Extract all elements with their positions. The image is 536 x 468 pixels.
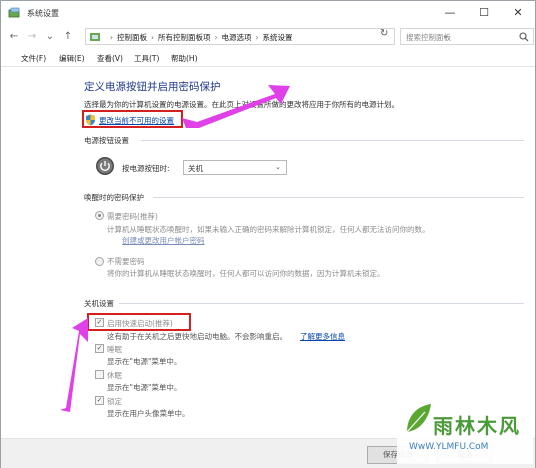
power-button-action-value: 关机 — [188, 164, 203, 173]
menu-help[interactable]: 帮助(H) — [171, 53, 198, 64]
breadcrumb-control-panel[interactable]: 控制面板 — [117, 33, 147, 42]
lock-checkbox[interactable]: ✓ — [95, 396, 104, 405]
no-password-radio[interactable] — [95, 257, 104, 266]
hibernate-label: 休眠 — [107, 371, 122, 380]
main-content: 定义电源按钮并启用密码保护 选择最为你的计算机设置的电源设置。在此页上对设置所做… — [1, 68, 535, 438]
hibernate-checkbox[interactable] — [95, 370, 104, 379]
highlight-box — [82, 110, 183, 128]
forward-arrow-icon[interactable]: → — [25, 29, 39, 45]
menu-edit[interactable]: 编辑(E) — [59, 53, 85, 64]
require-password-radio[interactable] — [95, 211, 104, 220]
menu-view[interactable]: 查看(V) — [97, 53, 123, 64]
require-password-label: 需要密码(推荐) — [107, 212, 158, 221]
no-password-label: 不需要密码 — [107, 257, 145, 266]
window-title: 系统设置 — [27, 9, 59, 18]
section-divider — [141, 140, 524, 141]
close-button[interactable]: ✕ — [501, 1, 535, 25]
leaf-logo-icon — [406, 404, 431, 433]
breadcrumb-all-items[interactable]: 所有控制面板项 — [158, 33, 211, 42]
power-button-icon — [96, 157, 114, 175]
control-panel-icon — [90, 33, 100, 41]
search-icon — [519, 32, 529, 42]
breadcrumb-system-settings[interactable]: 系统设置 — [263, 33, 293, 42]
watermark-url: WwW.YLMFU.CoM — [409, 442, 489, 452]
search-input[interactable]: 搜索控制面板 — [400, 28, 534, 45]
sleep-checkbox[interactable]: ✓ — [95, 344, 104, 353]
shutdown-section-title: 关机设置 — [84, 299, 114, 308]
power-options-icon — [8, 7, 20, 18]
hibernate-description: 显示在"电源"菜单中。 — [107, 383, 182, 392]
section-divider — [153, 197, 524, 198]
section-divider — [119, 303, 524, 304]
power-button-section-title: 电源按钮设置 — [84, 136, 129, 145]
sleep-description: 显示在"电源"菜单中。 — [107, 357, 182, 366]
watermark: 雨林木风 WwW.YLMFU.CoM — [397, 398, 533, 464]
chevron-down-icon: ⌄ — [275, 163, 281, 171]
breadcrumb: › 控制面板 › 所有控制面板项 › 电源选项 › 系统设置 — [110, 33, 293, 42]
minimize-button[interactable]: — — [433, 1, 467, 25]
menu-bar: 文件(F) 编辑(E) 查看(V) 工具(T) 帮助(H) — [1, 51, 535, 67]
create-change-password-link[interactable]: 创建或更改用户帐户密码 — [122, 235, 205, 246]
navigation-bar: ← → ⌄ ↑ › 控制面板 › 所有控制面板项 › 电源选项 › 系统设置 ⌄ ↻ 搜索控制… — [1, 27, 535, 47]
page-title: 定义电源按钮并启用密码保护 — [84, 81, 221, 93]
sleep-label: 睡眠 — [107, 345, 122, 354]
refresh-icon[interactable]: ↻ — [380, 28, 388, 39]
lock-label: 锁定 — [107, 397, 122, 406]
menu-file[interactable]: 文件(F) — [21, 53, 46, 64]
power-button-action-label: 按电源按钮时: — [122, 164, 170, 173]
maximize-button[interactable]: ☐ — [467, 1, 501, 25]
page-description: 选择最为你的计算机设置的电源设置。在此页上对设置所做的更改将应用于你所有的电源计… — [84, 100, 399, 109]
learn-more-link[interactable]: 了解更多信息 — [300, 331, 345, 342]
highlight-box — [87, 313, 191, 331]
power-button-action-select[interactable]: 关机 ⌄ — [183, 160, 287, 175]
back-arrow-icon[interactable]: ← — [7, 29, 21, 45]
address-bar[interactable]: › 控制面板 › 所有控制面板项 › 电源选项 › 系统设置 ⌄ — [85, 28, 449, 45]
no-password-description: 将你的计算机从睡眠状态唤醒时，任何人都可以访问你的数据，因为计算机未锁定。 — [107, 269, 385, 278]
wake-password-section-title: 唤醒时的密码保护 — [84, 193, 144, 202]
menu-tools[interactable]: 工具(T) — [134, 53, 159, 64]
breadcrumb-power-options[interactable]: 电源选项 — [222, 33, 252, 42]
search-placeholder: 搜索控制面板 — [406, 33, 451, 42]
lock-description: 显示在用户头像菜单中。 — [107, 409, 190, 418]
require-password-description: 计算机从睡眠状态唤醒时，如果未输入正确的密码来解除计算机锁定，任何人都无法访问你… — [107, 225, 430, 234]
recent-locations-chevron-icon[interactable]: ⌄ — [43, 29, 57, 45]
watermark-text: 雨林木风 — [433, 416, 521, 438]
fast-startup-description: 这有助于在关机之后更快地启动电脑。不会影响重启。 — [107, 332, 287, 341]
title-bar[interactable]: 系统设置 — ☐ ✕ — [1, 1, 535, 25]
up-arrow-icon[interactable]: ↑ — [61, 29, 75, 45]
